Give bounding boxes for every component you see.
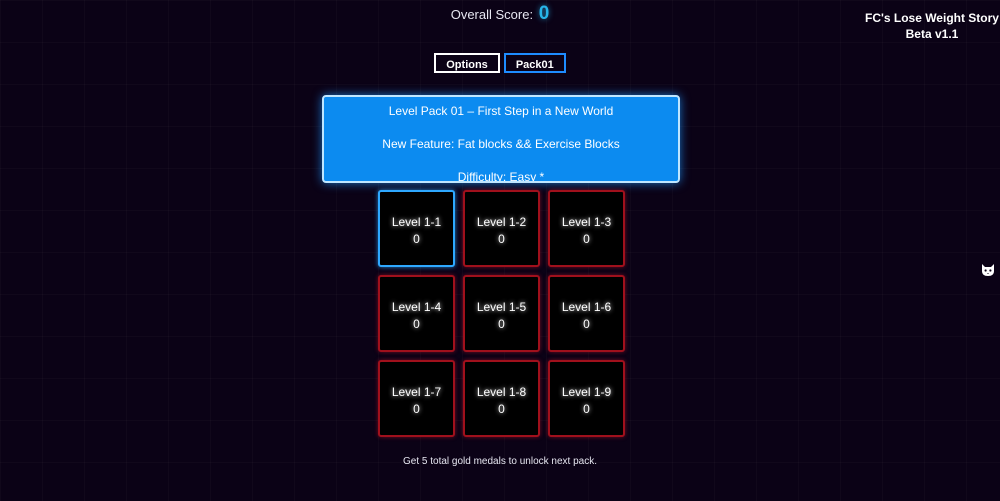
level-button-1-5[interactable]: Level 1-5 0: [463, 275, 540, 352]
level-button-1-3[interactable]: Level 1-3 0: [548, 190, 625, 267]
options-button[interactable]: Options: [434, 53, 500, 73]
unlock-hint: Get 5 total gold medals to unlock next p…: [403, 456, 597, 467]
game-version: Beta v1.1: [905, 27, 959, 41]
level-grid: Level 1-1 0 Level 1-2 0 Level 1-3 0 Leve…: [378, 190, 628, 437]
overall-score-value: 0: [538, 3, 550, 24]
level-score: 0: [413, 317, 420, 331]
level-name: Level 1-5: [476, 300, 527, 314]
level-button-1-6[interactable]: Level 1-6 0: [548, 275, 625, 352]
level-name: Level 1-7: [391, 385, 442, 399]
game-title: FC's Lose Weight Story Beta v1.1: [864, 10, 1000, 42]
level-score: 0: [583, 232, 590, 246]
level-name: Level 1-8: [476, 385, 527, 399]
level-button-1-4[interactable]: Level 1-4 0: [378, 275, 455, 352]
level-score: 0: [498, 402, 505, 416]
level-name: Level 1-9: [561, 385, 612, 399]
overall-score-label: Overall Score:: [450, 7, 534, 22]
level-button-1-8[interactable]: Level 1-8 0: [463, 360, 540, 437]
level-button-1-9[interactable]: Level 1-9 0: [548, 360, 625, 437]
menu-tabs: Options Pack01: [0, 53, 1000, 73]
level-score: 0: [498, 317, 505, 331]
level-name: Level 1-2: [476, 215, 527, 229]
level-score: 0: [583, 317, 590, 331]
level-name: Level 1-3: [561, 215, 612, 229]
overall-score: Overall Score: 0: [0, 3, 1000, 25]
cat-mascot-icon[interactable]: [980, 262, 996, 278]
level-button-1-7[interactable]: Level 1-7 0: [378, 360, 455, 437]
pack01-tab[interactable]: Pack01: [503, 53, 566, 73]
level-score: 0: [498, 232, 505, 246]
level-score: 0: [413, 232, 420, 246]
game-title-name: FC's Lose Weight Story: [865, 11, 999, 25]
level-button-1-2[interactable]: Level 1-2 0: [463, 190, 540, 267]
level-button-1-1[interactable]: Level 1-1 0: [378, 190, 455, 267]
pack-feature: New Feature: Fat blocks && Exercise Bloc…: [382, 137, 620, 151]
pack-difficulty: Difficulty: Easy *: [457, 170, 545, 183]
level-score: 0: [583, 402, 590, 416]
level-name: Level 1-4: [391, 300, 442, 314]
pack-info-panel: Level Pack 01 – First Step in a New Worl…: [322, 95, 680, 183]
level-name: Level 1-6: [561, 300, 612, 314]
pack-title: Level Pack 01 – First Step in a New Worl…: [388, 104, 614, 118]
level-name: Level 1-1: [391, 215, 442, 229]
level-score: 0: [413, 402, 420, 416]
